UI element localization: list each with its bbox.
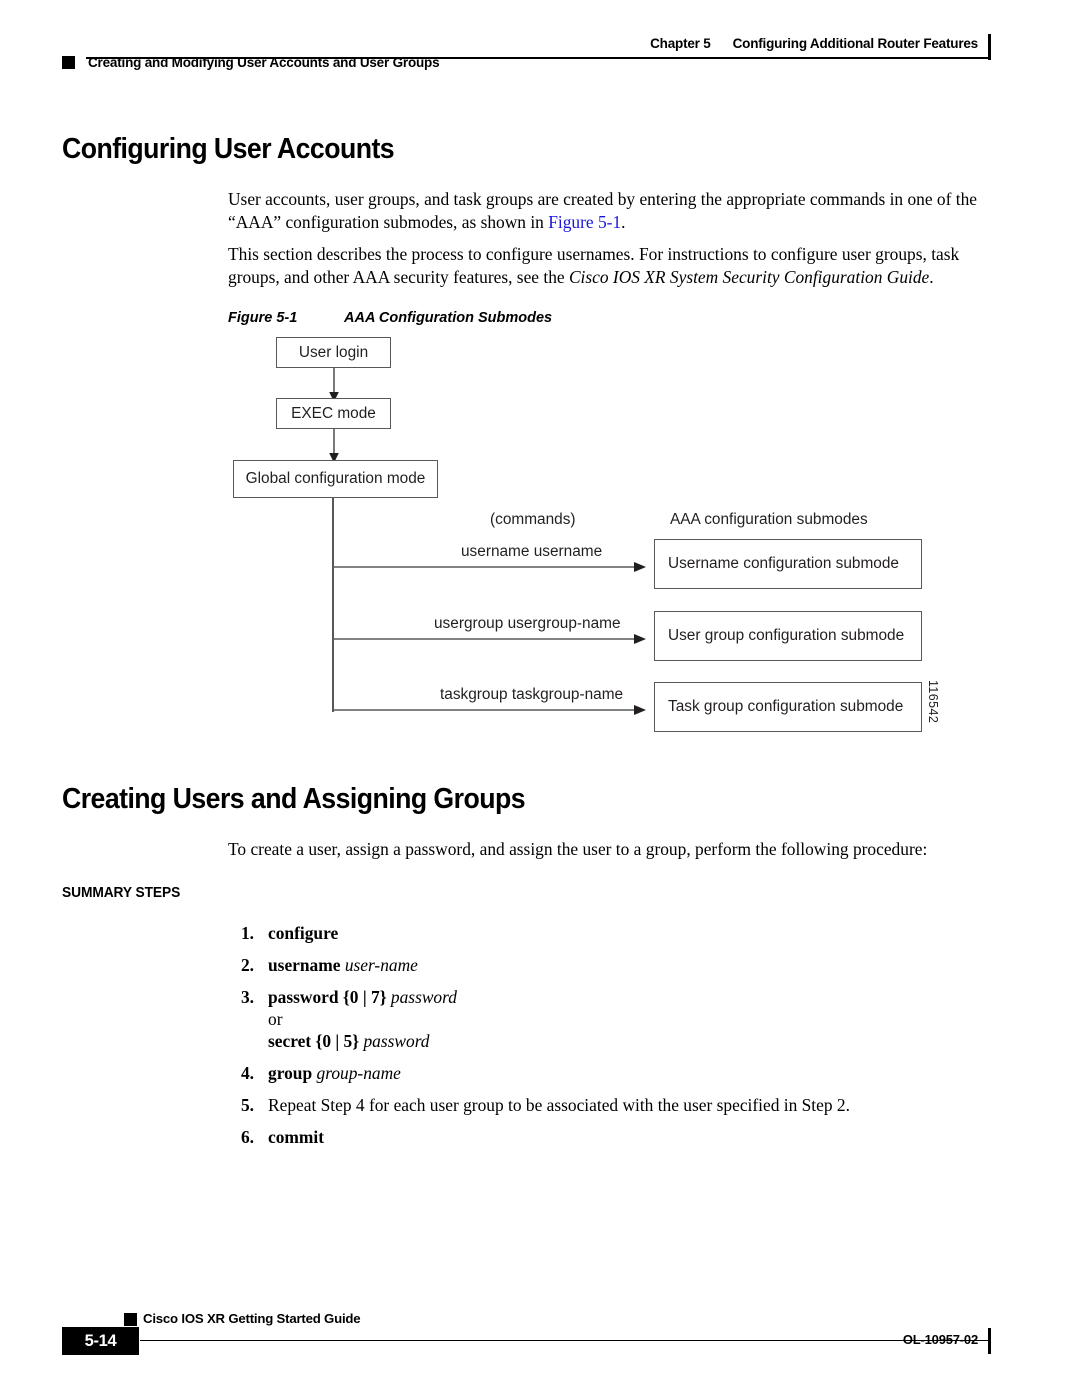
summary-step-item: 4. group group-name <box>228 1062 988 1085</box>
paragraph-intro-1: User accounts, user groups, and task gro… <box>228 188 990 233</box>
header-running-head: Creating and Modifying User Accounts and… <box>88 55 440 70</box>
summary-step-item: 2. username user-name <box>228 954 988 977</box>
footer-bullet-square-icon <box>124 1313 137 1326</box>
diagram-branch-label-usergroup: usergroup usergroup-name <box>434 615 621 632</box>
step-number: 1. <box>240 923 254 943</box>
step-number: 2. <box>240 955 254 975</box>
diagram-column-header-submodes: AAA configuration submodes <box>670 511 868 528</box>
footer-rule <box>140 1340 989 1342</box>
diagram-node-username-configuration-submode: Username configuration submode <box>654 539 922 589</box>
summary-step-item: 5. Repeat Step 4 for each user group to … <box>228 1094 988 1117</box>
header-chapter-label: Chapter 5 <box>650 36 711 51</box>
summary-steps-heading: SUMMARY STEPS <box>62 885 181 901</box>
step-alternative: secret {0 | 5} password <box>268 1030 988 1053</box>
figure-caption-title: AAA Configuration Submodes <box>344 310 553 326</box>
summary-step-item: 6. commit <box>228 1126 988 1149</box>
paragraph-procedure-intro: To create a user, assign a password, and… <box>228 839 928 859</box>
diagram-column-header-commands: (commands) <box>490 511 576 528</box>
step-keyword-choice: {0 | 7} <box>342 987 387 1007</box>
diagram-trunk-vertical <box>332 498 334 712</box>
step-number: 6. <box>240 1127 254 1147</box>
footer-edge-tick <box>988 1328 991 1354</box>
diagram-node-user-login: User login <box>276 337 391 368</box>
footer-page-number: 5-14 <box>62 1327 139 1355</box>
paragraph-intro-2: This section describes the process to co… <box>228 243 990 288</box>
summary-steps-list: 1. configure 2. username user-name 3. pa… <box>228 922 988 1158</box>
footer-document-id: OL-10957-02 <box>902 1332 978 1347</box>
document-page: Chapter 5 Configuring Additional Router F… <box>0 0 1080 1397</box>
summary-step-item: 1. configure <box>228 922 988 945</box>
diagram-arrow-branch-usergroup <box>332 634 646 644</box>
step-argument: user-name <box>344 955 418 975</box>
page-title-creating-users-and-assigning-groups: Creating Users and Assigning Groups <box>62 783 526 815</box>
diagram-arrow-branch-username <box>332 562 646 572</box>
diagram-node-global-configuration-mode: Global configuration mode <box>233 460 438 498</box>
step-alternative-keyword-choice: {0 | 5} <box>315 1031 360 1051</box>
step-number: 5. <box>240 1095 254 1115</box>
diagram-branch-label-taskgroup: taskgroup taskgroup-name <box>440 686 624 703</box>
paragraph-1-text-b: . <box>621 211 626 232</box>
figure-cross-reference-link[interactable]: Figure 5-1 <box>548 212 621 232</box>
summary-step-item: 3. password {0 | 7} password or secret {… <box>228 986 988 1053</box>
figure-art-id: 116542 <box>926 680 940 724</box>
step-alternative-separator: or <box>268 1009 283 1029</box>
diagram-node-task-group-configuration-submode: Task group configuration submode <box>654 682 922 732</box>
step-command: commit <box>268 1127 325 1147</box>
page-title-configuring-user-accounts: Configuring User Accounts <box>62 133 395 165</box>
step-command: password <box>268 987 339 1007</box>
step-argument: password <box>390 987 457 1007</box>
figure-caption: Figure 5-1 AAA Configuration Submodes <box>228 310 552 326</box>
figure-caption-number: Figure 5-1 <box>228 310 298 326</box>
figure-aaa-configuration-submodes: User login EXEC mode Global configuratio… <box>228 332 988 750</box>
step-number: 3. <box>240 987 254 1007</box>
footer-guide-title: Cisco IOS XR Getting Started Guide <box>143 1311 361 1326</box>
header-chapter-info: Chapter 5 Configuring Additional Router F… <box>650 36 978 51</box>
paragraph-2-text-b: . <box>929 266 934 287</box>
diagram-branch-label-username: username username <box>461 543 603 560</box>
step-number: 4. <box>240 1063 254 1083</box>
header-bullet-square-icon <box>62 56 75 69</box>
step-alternative-argument: password <box>363 1031 430 1051</box>
header-chapter-title: Configuring Additional Router Features <box>732 36 979 51</box>
diagram-node-user-group-configuration-submode: User group configuration submode <box>654 611 922 661</box>
diagram-node-exec-mode: EXEC mode <box>276 398 391 429</box>
page-header: Chapter 5 Configuring Additional Router F… <box>0 0 1080 90</box>
diagram-arrow-branch-taskgroup <box>332 705 646 715</box>
step-argument: group-name <box>316 1063 401 1083</box>
step-command: group <box>268 1063 313 1083</box>
step-command: username <box>268 955 341 975</box>
step-command: configure <box>268 923 339 943</box>
guide-title-citation: Cisco IOS XR System Security Configurati… <box>568 266 930 287</box>
step-text: Repeat Step 4 for each user group to be … <box>268 1095 850 1115</box>
step-alternative-command: secret <box>268 1031 312 1051</box>
